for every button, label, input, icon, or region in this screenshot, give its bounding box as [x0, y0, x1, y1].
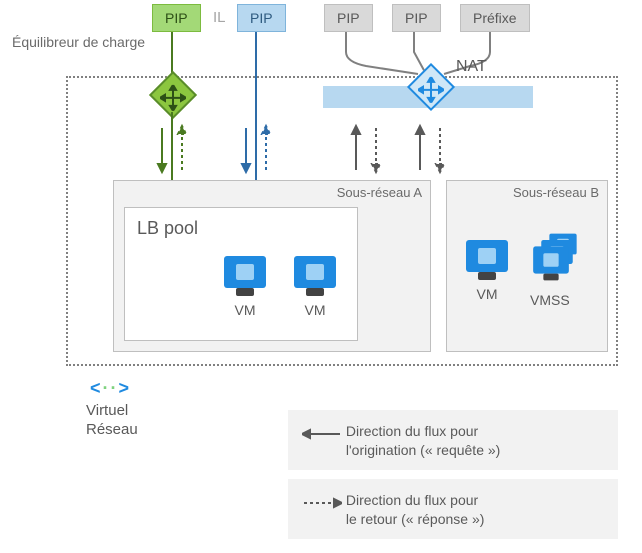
- vm-icon: VM: [220, 256, 270, 318]
- solid-arrow-icon: [302, 426, 342, 445]
- legend-response: Direction du flux pour le retour (« répo…: [288, 479, 618, 539]
- legend-request-line2: l'origination (« requête »): [346, 442, 500, 458]
- vm-label: VM: [462, 286, 512, 302]
- legend-response-line1: Direction du flux pour: [346, 492, 478, 508]
- vmss-label: VMSS: [530, 292, 590, 308]
- vm-icon: VM: [462, 240, 512, 302]
- legend-request: Direction du flux pour l'origination (« …: [288, 410, 618, 470]
- dotted-arrow-icon: [302, 495, 342, 514]
- legend-response-line2: le retour (« réponse »): [346, 511, 485, 527]
- subnet-a-label: Sous-réseau A: [337, 185, 422, 200]
- lb-pool-label: LB pool: [137, 218, 198, 239]
- legend-request-line1: Direction du flux pour: [346, 423, 478, 439]
- vnet-line1: Virtuel: [86, 402, 138, 421]
- vnet-line2: Réseau: [86, 421, 138, 440]
- vm-label: VM: [290, 302, 340, 318]
- virtual-network-icon: <··>: [90, 378, 131, 399]
- virtual-network-caption: Virtuel Réseau: [86, 402, 138, 440]
- vm-label: VM: [220, 302, 270, 318]
- vmss-icon: VMSS: [530, 228, 590, 308]
- vm-icon: VM: [290, 256, 340, 318]
- subnet-b-label: Sous-réseau B: [513, 185, 599, 200]
